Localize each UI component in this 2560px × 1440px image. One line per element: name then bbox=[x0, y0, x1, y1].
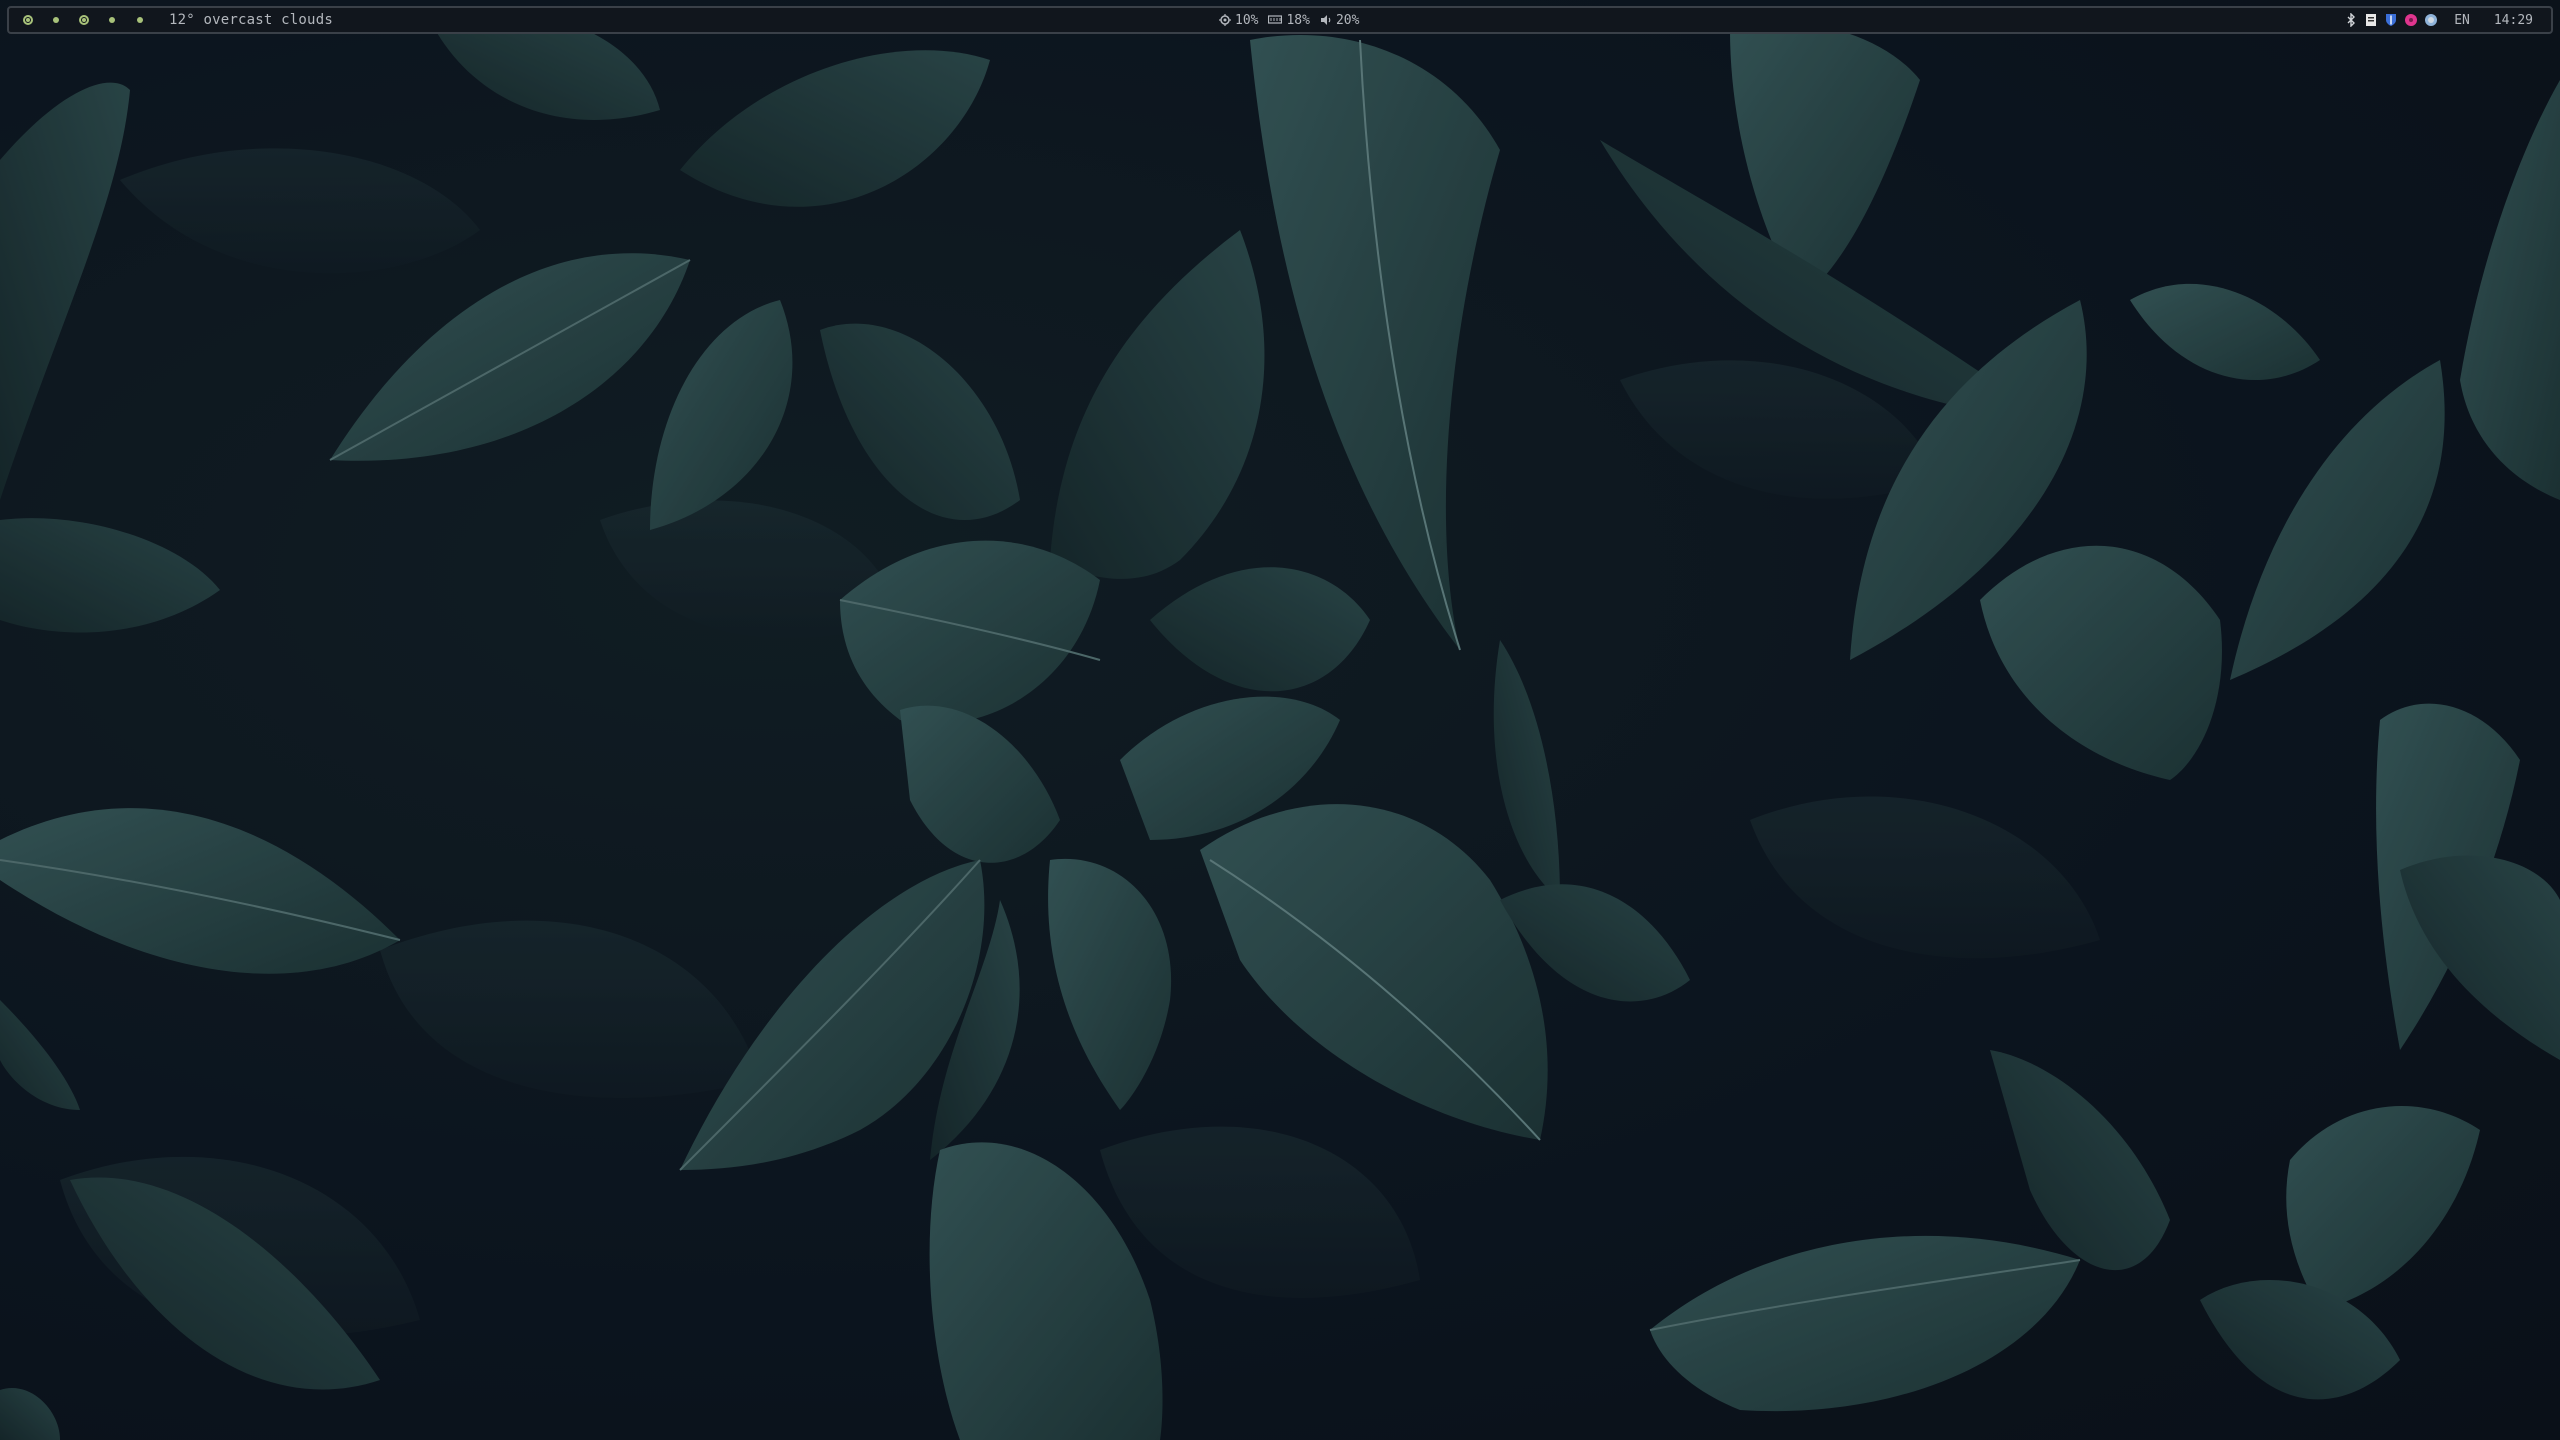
bluetooth-icon[interactable] bbox=[2344, 13, 2358, 27]
memory-stat[interactable]: 18% bbox=[1268, 12, 1310, 28]
memory-icon bbox=[1268, 15, 1283, 25]
wallpaper bbox=[0, 0, 2560, 1440]
volume-stat[interactable]: 20% bbox=[1320, 13, 1359, 28]
keyboard-layout-indicator[interactable]: EN bbox=[2454, 13, 2470, 28]
workspace-occupied-indicator bbox=[109, 17, 115, 23]
workspace-4-button[interactable] bbox=[105, 13, 119, 27]
workspace-2-button[interactable] bbox=[49, 13, 63, 27]
workspace-occupied-indicator bbox=[53, 17, 59, 23]
workspace-occupied-indicator bbox=[137, 17, 143, 23]
workspace-1-button[interactable] bbox=[21, 13, 35, 27]
workspaces-and-weather: 12° overcast clouds bbox=[21, 8, 333, 32]
clock[interactable]: 14:29 bbox=[2494, 13, 2533, 28]
leaves-wallpaper-image bbox=[0, 0, 2560, 1440]
system-tray bbox=[2338, 13, 2438, 27]
system-stats: 10% 18% 20% bbox=[1219, 8, 1369, 32]
workspace-active-indicator bbox=[79, 15, 89, 25]
cpu-stat[interactable]: 10% bbox=[1219, 13, 1258, 28]
cpu-value: 10% bbox=[1235, 12, 1259, 28]
memory-value: 18% bbox=[1286, 12, 1310, 28]
chat-app-icon[interactable] bbox=[2424, 13, 2438, 27]
workspace-5-button[interactable] bbox=[133, 13, 147, 27]
workspace-3-button[interactable] bbox=[77, 13, 91, 27]
workspace-active-indicator bbox=[23, 15, 33, 25]
desktop: 12° overcast clouds 10% 18% 20% EN 14:29 bbox=[0, 0, 2560, 1440]
volume-value: 20% bbox=[1335, 12, 1360, 28]
bar-right-section: EN 14:29 bbox=[2338, 8, 2533, 32]
volume-icon bbox=[1320, 14, 1332, 26]
cpu-icon bbox=[1219, 14, 1231, 26]
music-app-icon[interactable] bbox=[2404, 13, 2418, 27]
top-bar: 12° overcast clouds 10% 18% 20% EN 14:29 bbox=[7, 6, 2553, 34]
weather-widget[interactable]: 12° overcast clouds bbox=[169, 12, 333, 28]
bitwarden-icon[interactable] bbox=[2384, 13, 2398, 27]
clipboard-icon[interactable] bbox=[2364, 13, 2378, 27]
